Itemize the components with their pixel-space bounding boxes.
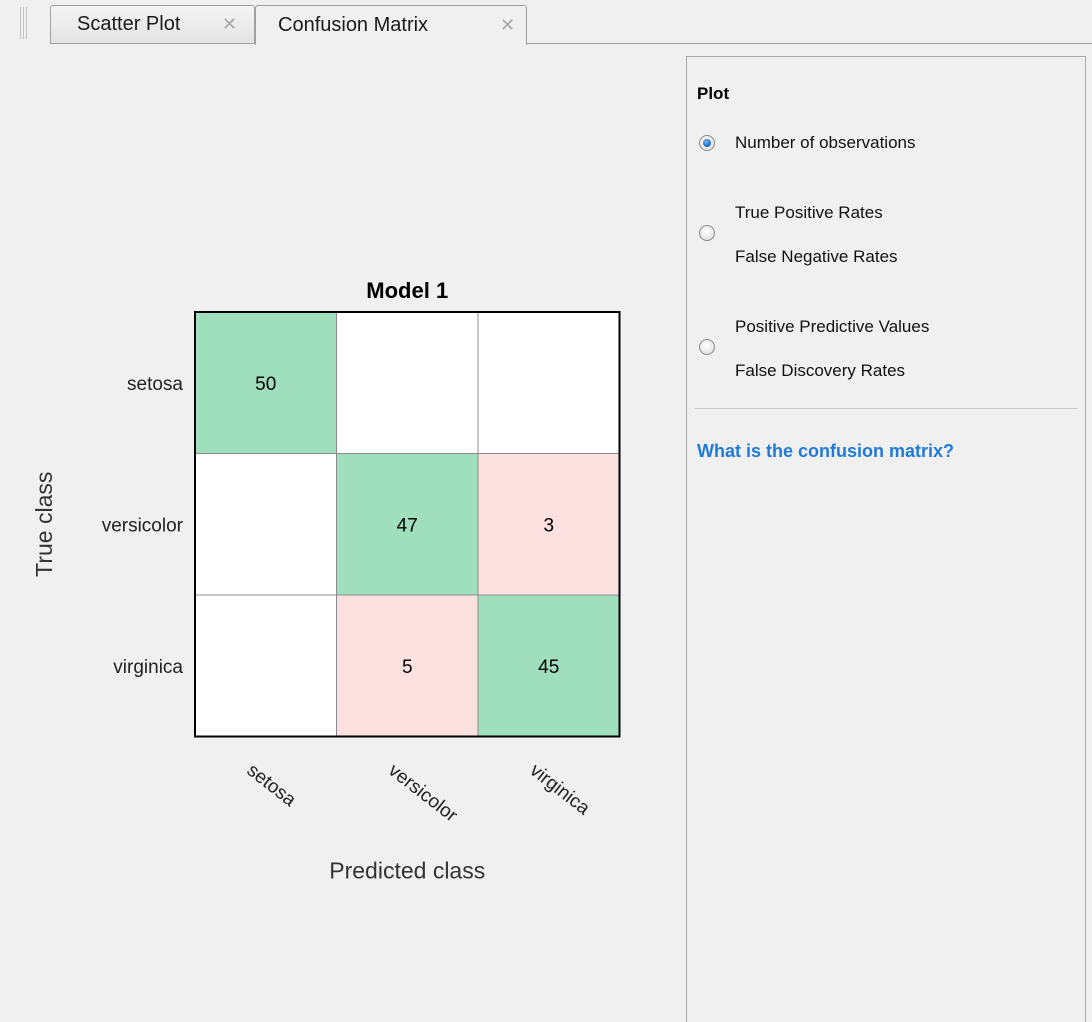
x-tick-label: virginica	[526, 760, 594, 820]
matrix-cell	[194, 594, 337, 737]
chart-title: Model 1	[366, 278, 448, 303]
option-label: False Discovery Rates	[735, 361, 906, 380]
option-label: Positive Predictive Values	[735, 317, 930, 336]
close-icon[interactable]: ✕	[500, 15, 515, 36]
option-label: True Positive Rates	[735, 203, 883, 222]
tab-confusion-matrix[interactable]: Confusion Matrix ✕	[255, 5, 527, 45]
tab-strip-grip[interactable]	[20, 7, 28, 39]
close-icon[interactable]: ✕	[222, 14, 237, 35]
radio-icon[interactable]	[699, 225, 715, 241]
matrix-cell	[194, 453, 337, 596]
tab-strip: Scatter Plot ✕ Confusion Matrix ✕	[0, 0, 1092, 45]
y-tick-label: setosa	[127, 374, 183, 395]
cell-value: 50	[255, 374, 276, 395]
radio-selected-icon[interactable]	[699, 135, 715, 151]
y-tick-label: versicolor	[102, 515, 184, 536]
cell-value: 3	[543, 515, 554, 536]
tab-label: Confusion Matrix	[278, 14, 429, 36]
x-axis-label: Predicted class	[329, 858, 485, 884]
option-label: Number of observations	[735, 133, 916, 152]
matrix-cell	[336, 311, 479, 454]
y-tick-label: virginica	[113, 657, 183, 678]
x-tick-label: setosa	[243, 760, 300, 811]
option-label: False Negative Rates	[735, 247, 898, 266]
panel-title: Plot	[697, 84, 730, 103]
y-axis-label: True class	[31, 472, 57, 577]
plot-options-panel: Plot Number of observations True Positiv…	[686, 56, 1086, 1022]
matrix-cell	[477, 311, 620, 454]
cell-value: 47	[397, 515, 418, 536]
tab-scatter-plot[interactable]: Scatter Plot ✕	[50, 5, 255, 43]
radio-icon[interactable]	[699, 339, 715, 355]
help-link[interactable]: What is the confusion matrix?	[697, 441, 954, 462]
x-tick-label: versicolor	[384, 760, 462, 827]
cell-value: 5	[402, 657, 413, 678]
divider	[695, 408, 1077, 409]
confusion-matrix-chart: 50 47 3 5 45 Model 1 setosa setosa versicolor ver…	[31, 278, 621, 884]
cell-value: 45	[538, 657, 559, 678]
tab-label: Scatter Plot	[77, 13, 181, 35]
